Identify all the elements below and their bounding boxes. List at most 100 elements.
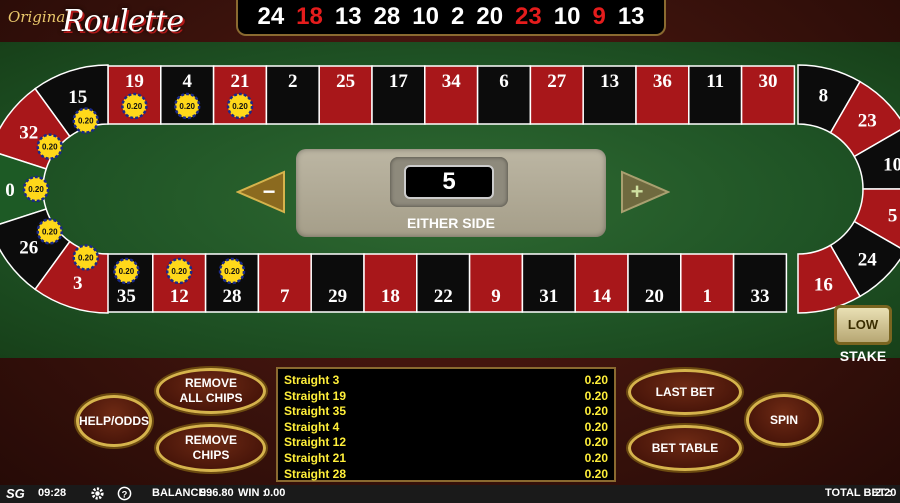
last-bet-label: LAST BET xyxy=(655,384,715,399)
track-number: 2 xyxy=(288,71,298,92)
track-number: 9 xyxy=(491,286,501,307)
bet-name: Straight 4 xyxy=(284,419,340,434)
track-number: 8 xyxy=(819,85,829,106)
track-cell-20[interactable]: 20 xyxy=(627,253,682,313)
track-number: 24 xyxy=(858,249,878,270)
bet-name: Straight 28 xyxy=(284,466,347,481)
chip-on-4[interactable]: 0.20 xyxy=(173,92,201,120)
track-number: 0 xyxy=(5,180,15,201)
chip-on-28[interactable]: 0.20 xyxy=(218,257,246,285)
chip-on-19[interactable]: 0.20 xyxy=(121,92,148,120)
bet-row: Straight 28 0.20 xyxy=(284,467,612,483)
track-cell-31[interactable]: 31 xyxy=(521,253,576,313)
track-number: 31 xyxy=(539,286,558,307)
track-cell-34[interactable]: 34 xyxy=(424,65,479,125)
balance-value: 996.80 xyxy=(200,487,234,499)
chip-value: 0.20 xyxy=(179,102,195,111)
track-number: 33 xyxy=(751,286,770,307)
chip-value: 0.20 xyxy=(224,267,240,276)
track-cell-36[interactable]: 36 xyxy=(635,65,690,125)
track-number: 10 xyxy=(883,155,900,176)
track-cell-29[interactable]: 29 xyxy=(310,253,365,313)
track-number: 34 xyxy=(442,71,462,92)
track-number: 5 xyxy=(888,205,898,226)
minus-sign: − xyxy=(263,179,276,204)
chip-on-3[interactable]: 0.20 xyxy=(72,244,100,271)
decrease-neighbours-button[interactable]: − xyxy=(235,167,286,217)
track-number: 21 xyxy=(231,71,250,92)
win-value: 0.00 xyxy=(264,487,286,499)
chip-on-26[interactable]: 0.20 xyxy=(36,218,64,245)
chip-value: 0.20 xyxy=(42,143,58,152)
track-number: 16 xyxy=(814,275,833,296)
bet-row: Straight 19 0.20 xyxy=(284,389,612,405)
gear-icon[interactable] xyxy=(90,486,105,503)
track-number: 22 xyxy=(434,286,453,307)
track-number: 17 xyxy=(389,71,409,92)
bet-table-button[interactable]: BET TABLE xyxy=(628,425,742,471)
chip-on-15[interactable]: 0.20 xyxy=(72,107,100,134)
help-icon[interactable]: ? xyxy=(117,486,132,503)
arrow-left-icon: − xyxy=(235,170,285,214)
track-number: 18 xyxy=(381,286,400,307)
track-cell-22[interactable]: 22 xyxy=(416,253,471,313)
clock: 09:28 xyxy=(38,487,67,499)
spin-label: SPIN xyxy=(769,412,798,427)
track-number: 32 xyxy=(19,122,38,143)
track-cell-18[interactable]: 18 xyxy=(363,253,418,313)
track-number: 35 xyxy=(117,286,136,307)
track-number: 13 xyxy=(600,71,619,92)
track-cell-2[interactable]: 2 xyxy=(265,65,320,125)
track-cell-11[interactable]: 11 xyxy=(688,65,743,125)
neighbours-display: 5 xyxy=(390,157,508,207)
track-cell-9[interactable]: 9 xyxy=(468,253,524,313)
neighbours-panel: 5 EITHER SIDE xyxy=(296,149,606,237)
increase-neighbours-button[interactable]: + xyxy=(620,167,671,217)
stake-low-button[interactable]: LOW xyxy=(834,305,892,345)
bet-name: Straight 19 xyxy=(284,388,347,403)
chip-value: 0.20 xyxy=(78,117,94,126)
chip-on-12[interactable]: 0.20 xyxy=(165,257,193,285)
chip-value: 0.20 xyxy=(127,102,143,111)
chip-on-35[interactable]: 0.20 xyxy=(113,257,140,285)
bet-row: Straight 12 0.20 xyxy=(284,435,612,451)
track-cell-1[interactable]: 1 xyxy=(680,253,735,313)
track-cell-7[interactable]: 7 xyxy=(257,253,312,313)
track-cell-27[interactable]: 27 xyxy=(529,65,584,125)
track-cell-14[interactable]: 14 xyxy=(574,253,629,313)
track-cell-17[interactable]: 17 xyxy=(371,65,426,125)
remove-chips-button[interactable]: REMOVE CHIPS xyxy=(156,424,266,472)
track-cell-13[interactable]: 13 xyxy=(582,65,637,125)
help-odds-button[interactable]: HELP/ODDS xyxy=(76,395,152,447)
spin-button[interactable]: SPIN xyxy=(746,394,822,446)
status-bar: SG 09:28 ? BALANCE : 996.80 WIN : 0.00 T… xyxy=(0,485,900,503)
chip-on-32[interactable]: 0.20 xyxy=(36,133,64,160)
track-cell-33[interactable]: 33 xyxy=(732,253,788,313)
chip-on-0[interactable]: 0.20 xyxy=(22,175,50,203)
bets-list: Straight 3 0.20 Straight 19 0.20 Straight 35… xyxy=(276,367,616,482)
track-number: 19 xyxy=(125,71,144,92)
track-cell-30[interactable]: 30 xyxy=(740,65,796,125)
track-number: 7 xyxy=(280,286,290,307)
track-cell-25[interactable]: 25 xyxy=(318,65,373,125)
bet-amount: 0.20 xyxy=(584,419,608,434)
neighbours-value: 5 xyxy=(404,165,494,199)
chip-value: 0.20 xyxy=(28,185,44,194)
bet-row: Straight 3 0.20 xyxy=(284,373,612,389)
bet-name: Straight 12 xyxy=(284,435,347,450)
track-number: 30 xyxy=(759,71,778,92)
remove-all-chips-button[interactable]: REMOVE ALL CHIPS xyxy=(156,368,266,414)
bet-amount: 0.20 xyxy=(584,451,608,465)
last-bet-button[interactable]: LAST BET xyxy=(628,369,742,415)
chip-on-21[interactable]: 0.20 xyxy=(226,92,254,120)
track-number: 11 xyxy=(706,71,724,92)
total-bet-value: 2.20 xyxy=(875,487,897,499)
bet-row: Straight 21 0.20 xyxy=(284,451,612,467)
bet-amount: 0.20 xyxy=(584,388,608,403)
bet-amount: 0.20 xyxy=(584,373,608,387)
track-number: 25 xyxy=(336,71,355,92)
arrow-right-icon: + xyxy=(621,170,671,214)
track-number: 1 xyxy=(702,286,712,307)
brand-logo: SG xyxy=(6,486,25,501)
track-cell-6[interactable]: 6 xyxy=(476,65,532,125)
